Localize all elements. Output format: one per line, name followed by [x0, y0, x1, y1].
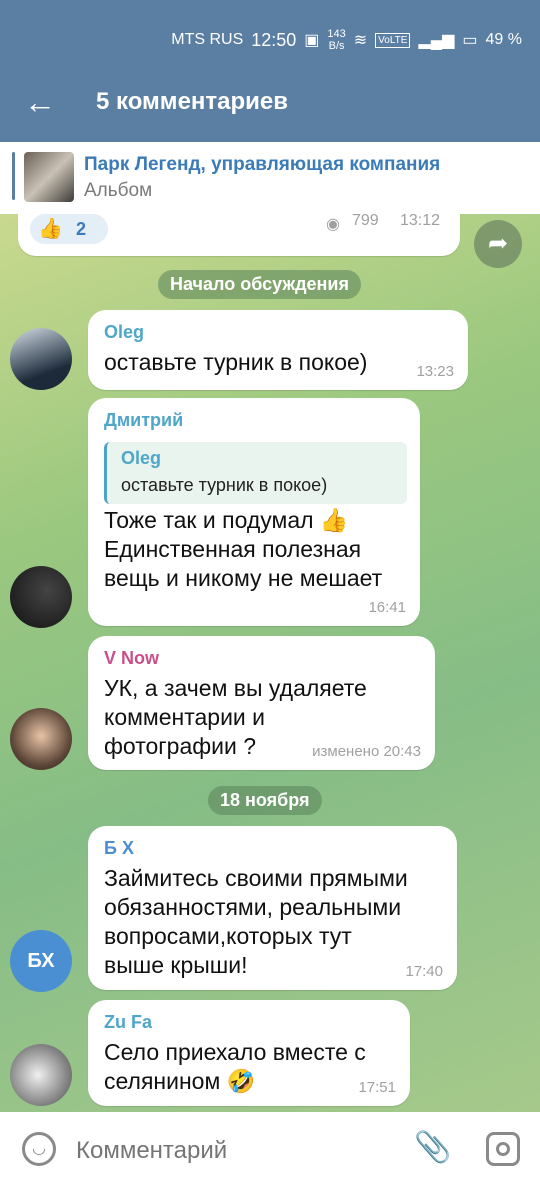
message-bubble[interactable]: V Now УК, а зачем вы удаляете комментари…	[88, 636, 435, 770]
pinned-subtitle: Альбом	[84, 180, 153, 201]
message-time: 13:23	[416, 363, 454, 380]
message-time: 17:51	[358, 1079, 396, 1096]
message-bubble[interactable]: Oleg оставьте турник в покое) 13:23	[88, 310, 468, 390]
discussion-start-divider: Начало обсуждения	[158, 270, 361, 299]
message-author[interactable]: Oleg	[104, 322, 144, 343]
message-time: 16:41	[368, 599, 406, 616]
camera-icon[interactable]	[486, 1132, 520, 1166]
battery-label: 49 %	[485, 31, 522, 48]
page-title: 5 комментариев	[96, 88, 289, 115]
avatar[interactable]	[10, 708, 72, 770]
thumbs-up-icon: 👍	[38, 218, 63, 240]
date-divider: 18 ноября	[208, 786, 322, 815]
arrow-left-icon[interactable]: ←	[24, 86, 56, 118]
speed-label: 143 B/s	[327, 28, 346, 52]
notification-icon: ▣	[304, 32, 320, 49]
reply-quote[interactable]: Oleg оставьте турник в покое)	[104, 442, 407, 504]
album-thumbnail[interactable]	[24, 152, 74, 202]
reply-text: оставьте турник в покое)	[121, 475, 328, 495]
post-time: 13:12	[400, 214, 441, 229]
paperclip-icon[interactable]: 📎	[414, 1130, 451, 1165]
message-author[interactable]: Дмитрий	[104, 410, 183, 431]
eye-icon: ◉	[326, 216, 340, 233]
message-bubble[interactable]: Дмитрий Oleg оставьте турник в покое) То…	[88, 398, 420, 626]
pinned-post-header[interactable]: Парк Легенд, управляющая компания Альбом	[0, 142, 540, 214]
message-author[interactable]: Б Х	[104, 838, 134, 859]
signal-icon: ▂▄▆	[418, 32, 455, 49]
message-author[interactable]: Zu Fa	[104, 1012, 152, 1033]
emoji-icon[interactable]: ◡	[22, 1132, 56, 1166]
comment-input[interactable]	[74, 1130, 398, 1172]
avatar[interactable]: БХ	[10, 930, 72, 992]
pinned-title: Парк Легенд, управляющая компания	[84, 154, 441, 175]
pinned-accent	[12, 152, 15, 200]
avatar[interactable]	[10, 566, 72, 628]
chat-area[interactable]: 👍 2 ◉ 799 13:12 ➦ Начало обсуждения Oleg…	[0, 214, 540, 1112]
reaction-chip[interactable]: 👍 2	[30, 214, 108, 244]
comment-composer: ◡ 📎	[0, 1112, 540, 1188]
message-bubble[interactable]: Zu Fa Село приехало вместе с селянином 🤣…	[88, 1000, 410, 1106]
message-time: 17:40	[405, 963, 443, 980]
message-text: оставьте турник в покое)	[104, 349, 368, 375]
status-indicators: MTS RUS 12:50 ▣ 143 B/s ≋ VoLTE ▂▄▆ ▭ 49…	[171, 28, 522, 52]
share-icon[interactable]: ➦	[474, 220, 522, 268]
message-time: изменено 20:43	[312, 743, 421, 760]
reaction-count: 2	[76, 219, 87, 239]
message-text: Тоже так и подумал 👍 Единственная полезн…	[104, 507, 383, 591]
status-bar: MTS RUS 12:50 ▣ 143 B/s ≋ VoLTE ▂▄▆ ▭ 49…	[0, 0, 540, 70]
avatar[interactable]	[10, 328, 72, 390]
reply-author: Oleg	[121, 448, 162, 468]
clock: 12:50	[251, 29, 297, 50]
wifi-icon: ≋	[353, 32, 368, 49]
carrier-label: MTS RUS	[171, 31, 244, 48]
avatar-initials: БХ	[27, 950, 55, 972]
message-text: Займитесь своими прямыми обязанностями, …	[104, 865, 408, 978]
battery-icon: ▭	[462, 32, 478, 49]
app-bar: ← 5 комментариев	[0, 70, 540, 142]
avatar[interactable]	[10, 1044, 72, 1106]
post-footer: 👍 2 ◉ 799 13:12	[18, 214, 460, 256]
message-author[interactable]: V Now	[104, 648, 159, 669]
volte-badge: VoLTE	[375, 32, 411, 48]
message-text: Село приехало вместе с селянином 🤣	[104, 1039, 366, 1094]
views-count: 799	[352, 214, 379, 229]
message-bubble[interactable]: Б Х Займитесь своими прямыми обязанностя…	[88, 826, 457, 990]
